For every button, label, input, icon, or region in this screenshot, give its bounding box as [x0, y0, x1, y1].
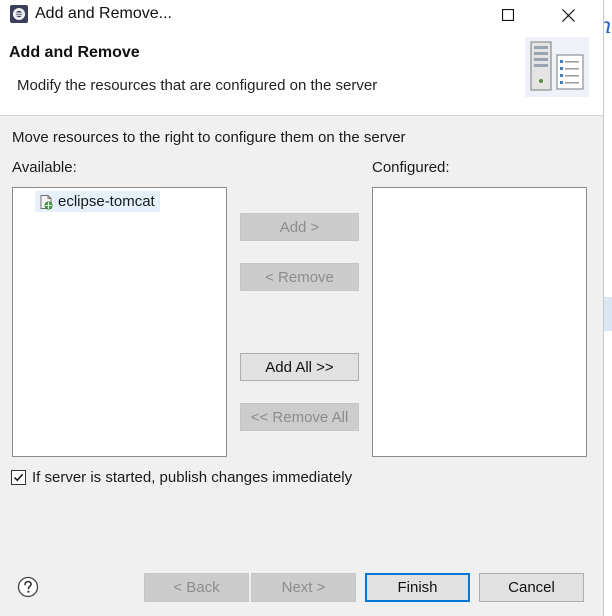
server-banner-icon: [525, 37, 589, 97]
eclipse-app-icon: [10, 5, 28, 23]
title-bar[interactable]: Add and Remove...: [0, 0, 603, 30]
instruction-text: Move resources to the right to configure…: [12, 129, 406, 146]
next-button[interactable]: Next >: [251, 573, 356, 602]
publish-checkbox-label: If server is started, publish changes im…: [32, 469, 353, 486]
cancel-button[interactable]: Cancel: [479, 573, 584, 602]
close-icon: [561, 8, 575, 22]
list-item-label: eclipse-tomcat: [58, 193, 155, 210]
configured-list[interactable]: [372, 187, 587, 457]
configured-label: Configured:: [372, 159, 450, 176]
maximize-button[interactable]: [488, 0, 528, 30]
window-title: Add and Remove...: [35, 5, 172, 22]
add-button[interactable]: Add >: [240, 213, 359, 241]
add-all-button[interactable]: Add All >>: [240, 353, 359, 381]
finish-button[interactable]: Finish: [365, 573, 470, 602]
available-label: Available:: [12, 159, 77, 176]
list-item[interactable]: eclipse-tomcat: [35, 191, 160, 212]
remove-all-button[interactable]: << Remove All: [240, 403, 359, 431]
available-list[interactable]: eclipse-tomcat: [12, 187, 227, 457]
maximize-icon: [502, 9, 514, 21]
checkmark-icon: [13, 473, 24, 482]
page-title: Add and Remove: [9, 44, 140, 61]
add-remove-dialog: Add and Remove... Add and Remove Modify …: [0, 0, 604, 616]
close-button[interactable]: [548, 0, 588, 30]
wizard-header: Add and Remove Modify the resources that…: [0, 30, 603, 116]
page-description: Modify the resources that are configured…: [17, 77, 378, 94]
remove-button[interactable]: < Remove: [240, 263, 359, 291]
back-button[interactable]: < Back: [144, 573, 249, 602]
publish-checkbox[interactable]: [11, 470, 26, 485]
web-project-icon: [40, 194, 53, 209]
publish-option[interactable]: If server is started, publish changes im…: [11, 469, 352, 486]
help-icon[interactable]: [17, 576, 39, 598]
background-window-strip: [604, 297, 612, 331]
